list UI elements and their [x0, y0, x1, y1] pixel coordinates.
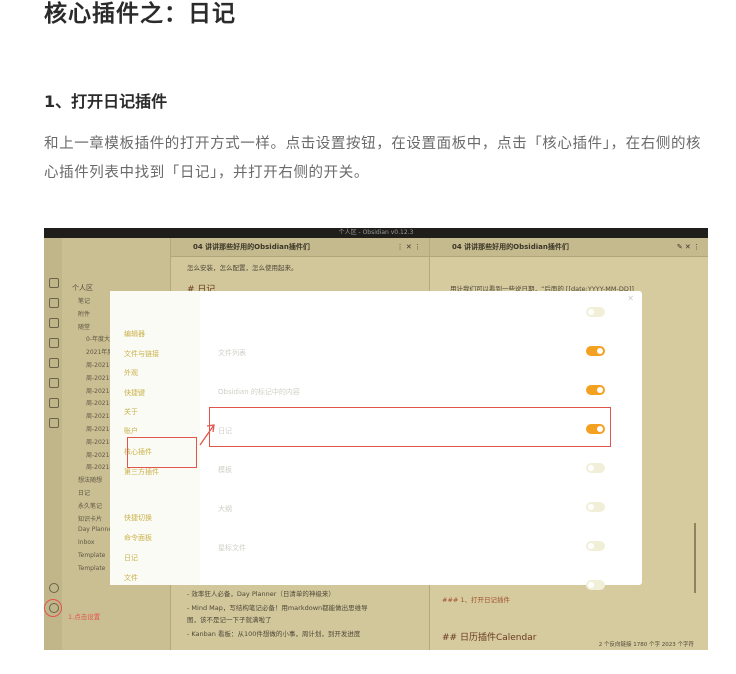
ribbon-icon	[49, 338, 59, 348]
ribbon-icon	[49, 358, 59, 368]
file-tree-item[interactable]: 想法随想	[78, 475, 102, 484]
settings-nav-item[interactable]: 第三方插件	[124, 467, 159, 477]
file-tree-item[interactable]: 随堂	[78, 322, 90, 331]
settings-nav-item[interactable]: 外观	[124, 368, 138, 378]
window-title-bar: 个人区 - Obsidian v0.12.3	[44, 228, 708, 238]
file-tree-item[interactable]: 知识卡片	[78, 514, 102, 523]
plugin-row-label: 大纲	[218, 505, 232, 513]
highlight-daily-notes-row	[209, 407, 611, 447]
file-tree-item[interactable]: 永久笔记	[78, 501, 102, 510]
plugin-row-label: 星标文件	[218, 544, 246, 552]
help-icon	[49, 583, 59, 593]
scrollbar[interactable]	[694, 523, 696, 593]
ribbon-icon	[49, 378, 59, 388]
plugin-toggle[interactable]	[586, 541, 605, 551]
ribbon-icon	[49, 298, 59, 308]
highlight-core-plugins	[127, 437, 197, 468]
left-editor-tab[interactable]: 04 讲讲那些好用的Obsidian插件们 ⋮ ✕ ⋮	[171, 238, 429, 257]
file-tree-item[interactable]: 笔记	[78, 296, 90, 305]
plugin-toggle[interactable]	[586, 346, 605, 356]
settings-nav-item[interactable]: 关于	[124, 407, 138, 417]
section-heading: 1、打开日记插件	[44, 92, 168, 111]
left-ribbon	[44, 238, 63, 650]
close-icon[interactable]: ✕	[627, 294, 634, 303]
editor-line: 怎么安装，怎么配置，怎么使用起来。	[187, 264, 298, 272]
calendar-icon	[49, 398, 59, 408]
obsidian-screenshot: 个人区 - Obsidian v0.12.3 个人区 笔记 附件 随堂 0-年度大事 2…	[44, 228, 708, 650]
editor-heading: ### 1、打开日记插件	[442, 596, 511, 604]
settings-nav-item[interactable]: 快捷键	[124, 388, 145, 398]
file-tree-item[interactable]: 日记	[78, 488, 90, 497]
plugin-toggle[interactable]	[586, 463, 605, 473]
editor-line: - Mind Map，写结构笔记必备！用markdown都能做出思维导	[187, 604, 368, 612]
settings-highlight-circle	[44, 599, 62, 617]
plugin-toggle[interactable]	[586, 502, 605, 512]
window-title: 个人区 - Obsidian v0.12.3	[338, 229, 414, 236]
file-tree-item[interactable]: 附件	[78, 309, 90, 318]
vault-name: 个人区	[72, 284, 93, 292]
settings-nav-item[interactable]: 日记	[124, 553, 138, 563]
instruction-paragraph: 和上一章模板插件的打开方式一样。点击设置按钮，在设置面板中，点击「核心插件」，在…	[44, 136, 702, 181]
editor-line: - 效率狂人必备，Day Planner（日清单的神级来）	[187, 590, 335, 598]
page-title: 核心插件之：日记	[44, 1, 236, 27]
file-tree-item[interactable]: Template	[78, 552, 105, 559]
settings-nav-item[interactable]: 账户	[124, 426, 138, 436]
settings-nav-item[interactable]: 编辑器	[124, 329, 145, 339]
annotation-label: 1.点击设置	[68, 613, 101, 621]
ribbon-icon	[49, 318, 59, 328]
settings-nav-item[interactable]: 命令面板	[124, 533, 152, 543]
right-editor-tab[interactable]: 04 讲讲那些好用的Obsidian插件们 ✎ ✕ ⋮	[430, 238, 708, 257]
file-tree-item[interactable]: Day Planner	[78, 526, 114, 533]
settings-nav-item[interactable]: 文件	[124, 573, 138, 583]
status-bar: 2 个反向链接 1780 个字 2023 个字符	[598, 642, 694, 648]
plugin-toggle[interactable]	[586, 307, 605, 317]
editor-line: 图，该不是记一下子就满啦了	[187, 616, 272, 624]
plugin-row-label: 文件列表	[218, 349, 246, 357]
settings-nav-item[interactable]: 文件与链接	[124, 349, 159, 359]
ribbon-icon	[49, 278, 59, 288]
file-tree-item[interactable]: Template	[78, 565, 105, 572]
editor-line: - Kanban 看板：从100件想做的小事，周计划，到开发进度	[187, 630, 361, 638]
settings-nav-item[interactable]: 快捷切换	[124, 513, 152, 523]
editor-heading: ## 日历插件Calendar	[442, 633, 537, 643]
file-tree-item[interactable]: Inbox	[78, 539, 94, 546]
plugin-row-label: 模板	[218, 466, 232, 474]
plugin-toggle[interactable]	[586, 385, 605, 395]
ribbon-icon	[49, 418, 59, 428]
annotation-arrow	[199, 424, 215, 446]
plugin-row-label: Obsidian 的标记中的内容	[218, 388, 300, 396]
plugin-toggle[interactable]	[586, 580, 605, 590]
